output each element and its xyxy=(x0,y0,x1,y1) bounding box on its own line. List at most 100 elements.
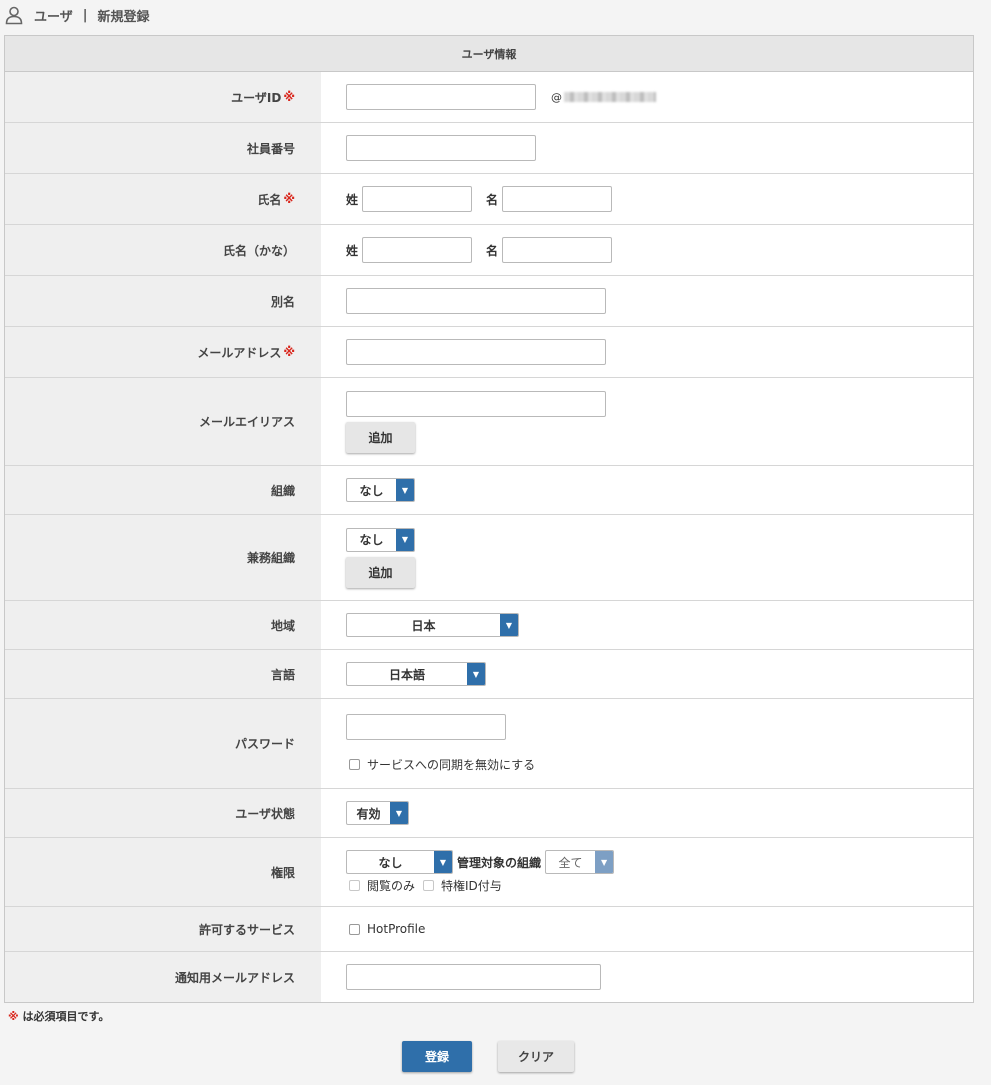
breadcrumb: ユーザ | 新規登録 xyxy=(0,0,991,30)
first-name-prefix: 名 xyxy=(486,192,499,207)
organization-label: 組織 xyxy=(270,483,295,498)
row-language: 言語 日本語 ▼ xyxy=(5,650,973,699)
employee-no-label: 社員番号 xyxy=(246,141,295,156)
email-input[interactable] xyxy=(346,339,606,365)
required-note: ※ は必須項目です。 xyxy=(8,1008,109,1024)
permission-label: 権限 xyxy=(270,865,295,880)
checkbox-icon[interactable] xyxy=(423,880,435,891)
user-info-form: ユーザ情報 ユーザID ※ @ 社員番号 氏名 ※ 姓 名 氏名（かな） 姓 名… xyxy=(4,35,974,1003)
required-mark: ※ xyxy=(283,192,295,206)
row-user-id: ユーザID ※ @ xyxy=(5,72,973,123)
view-only-checkbox[interactable]: 閲覧のみ xyxy=(349,877,415,894)
row-name: 氏名 ※ 姓 名 xyxy=(5,174,973,225)
disable-sync-checkbox[interactable]: サービスへの同期を無効にする xyxy=(349,756,973,773)
row-employee-no: 社員番号 xyxy=(5,123,973,174)
allowed-services-label: 許可するサービス xyxy=(198,922,295,937)
chevron-down-icon: ▼ xyxy=(390,802,408,824)
language-selected: 日本語 xyxy=(388,667,425,682)
region-label: 地域 xyxy=(270,618,295,633)
row-user-status: ユーザ状態 有効 ▼ xyxy=(5,789,973,838)
first-name-input[interactable] xyxy=(502,186,613,212)
name-label: 氏名 xyxy=(257,192,282,207)
alias-input[interactable] xyxy=(346,288,606,314)
row-alias: 別名 xyxy=(5,276,973,327)
clear-button[interactable]: クリア xyxy=(498,1041,574,1072)
row-permission: 権限 なし ▼ 管理対象の組織 全て ▼ 閲覧のみ 特権ID付与 xyxy=(5,838,973,907)
required-mark: ※ xyxy=(8,1010,19,1023)
employee-no-input[interactable] xyxy=(346,135,536,161)
last-name-prefix: 姓 xyxy=(346,192,359,207)
first-name-kana-input[interactable] xyxy=(502,237,613,263)
user-status-select[interactable]: 有効 ▼ xyxy=(346,801,409,825)
chevron-down-icon: ▼ xyxy=(500,614,518,636)
checkbox-icon[interactable] xyxy=(349,923,360,935)
hotprofile-label: HotProfile xyxy=(367,922,426,936)
domain-at-sign: @ xyxy=(551,90,562,104)
domain-redacted xyxy=(564,92,656,102)
breadcrumb-separator: | xyxy=(82,7,88,23)
concurrent-org-select[interactable]: なし ▼ xyxy=(346,527,415,552)
user-icon xyxy=(5,6,23,25)
last-name-input[interactable] xyxy=(362,186,473,212)
notify-email-label: 通知用メールアドレス xyxy=(174,970,295,985)
email-alias-input[interactable] xyxy=(346,390,606,417)
password-label: パスワード xyxy=(234,737,295,751)
breadcrumb-page: 新規登録 xyxy=(97,9,150,25)
register-button[interactable]: 登録 xyxy=(402,1041,472,1072)
password-input[interactable] xyxy=(346,714,506,740)
hotprofile-checkbox[interactable]: HotProfile xyxy=(349,922,973,936)
organization-select[interactable]: なし ▼ xyxy=(346,478,415,502)
row-concurrent-org: 兼務組織 なし ▼ 追加 xyxy=(5,515,973,601)
managed-org-select[interactable]: 全て ▼ xyxy=(545,850,615,874)
email-label: メールアドレス xyxy=(197,345,282,360)
row-email-alias: メールエイリアス 追加 xyxy=(5,378,973,466)
add-email-alias-button[interactable]: 追加 xyxy=(346,421,415,453)
add-concurrent-org-button[interactable]: 追加 xyxy=(346,556,415,588)
row-allowed-services: 許可するサービス HotProfile xyxy=(5,907,973,952)
name-kana-label: 氏名（かな） xyxy=(222,243,295,258)
chevron-down-icon: ▼ xyxy=(467,663,485,685)
language-select[interactable]: 日本語 ▼ xyxy=(346,662,486,686)
form-title: ユーザ情報 xyxy=(5,36,973,72)
last-name-kana-input[interactable] xyxy=(362,237,473,263)
organization-selected: なし xyxy=(359,483,384,498)
first-name-kana-prefix: 名 xyxy=(486,243,499,258)
chevron-down-icon: ▼ xyxy=(434,851,452,873)
notify-email-input[interactable] xyxy=(346,964,601,990)
privileged-id-checkbox[interactable]: 特権ID付与 xyxy=(423,877,502,894)
user-status-label: ユーザ状態 xyxy=(235,806,295,821)
row-name-kana: 氏名（かな） 姓 名 xyxy=(5,225,973,276)
row-email: メールアドレス ※ xyxy=(5,327,973,378)
language-label: 言語 xyxy=(270,667,295,682)
row-organization: 組織 なし ▼ xyxy=(5,466,973,515)
row-region: 地域 日本 ▼ xyxy=(5,601,973,650)
checkbox-icon[interactable] xyxy=(349,759,360,770)
user-id-input[interactable] xyxy=(346,84,536,110)
breadcrumb-section: ユーザ xyxy=(34,9,73,25)
required-mark: ※ xyxy=(283,345,295,359)
chevron-down-icon: ▼ xyxy=(396,528,414,551)
region-selected: 日本 xyxy=(411,618,436,633)
required-note-text: は必須項目です。 xyxy=(22,1010,110,1023)
row-notify-email: 通知用メールアドレス xyxy=(5,952,973,1002)
chevron-down-icon: ▼ xyxy=(595,851,614,873)
alias-label: 別名 xyxy=(270,294,295,309)
chevron-down-icon: ▼ xyxy=(396,479,414,501)
disable-sync-label: サービスへの同期を無効にする xyxy=(367,758,536,772)
user-id-label: ユーザID xyxy=(231,90,282,105)
user-id-domain: @ xyxy=(551,91,656,104)
region-select[interactable]: 日本 ▼ xyxy=(346,613,519,637)
permission-select[interactable]: なし ▼ xyxy=(346,850,453,874)
view-only-label: 閲覧のみ xyxy=(367,879,416,893)
checkbox-icon[interactable] xyxy=(349,880,360,891)
required-mark: ※ xyxy=(283,90,295,104)
concurrent-org-label: 兼務組織 xyxy=(246,551,295,565)
managed-org-label: 管理対象の組織 xyxy=(457,855,542,870)
managed-org-selected: 全て xyxy=(558,855,583,870)
row-password: パスワード サービスへの同期を無効にする xyxy=(5,699,973,789)
concurrent-org-selected: なし xyxy=(359,533,384,547)
email-alias-label: メールエイリアス xyxy=(198,415,295,429)
user-status-selected: 有効 xyxy=(356,806,381,821)
privileged-id-label: 特権ID付与 xyxy=(441,879,502,893)
last-name-kana-prefix: 姓 xyxy=(346,243,359,258)
